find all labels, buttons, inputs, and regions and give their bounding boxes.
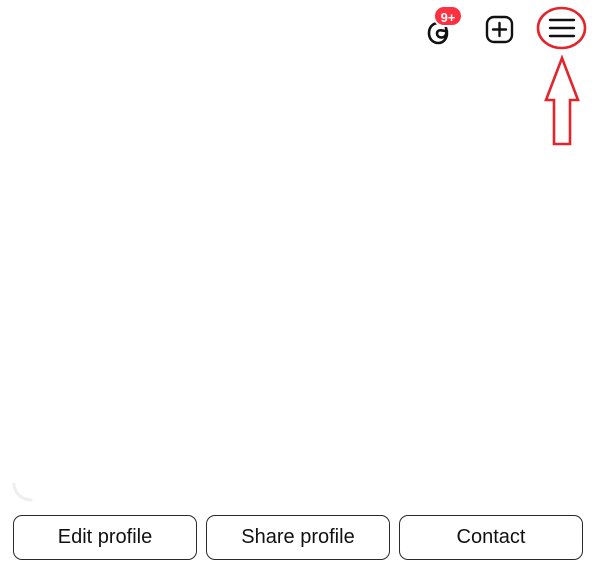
up-arrow-annotation: [544, 54, 580, 146]
plus-square-icon: [485, 15, 514, 44]
contact-button[interactable]: Contact: [399, 515, 583, 560]
corner-decoration: [12, 482, 33, 502]
profile-actions: Edit profile Share profile Contact: [13, 515, 583, 562]
hamburger-menu-icon: [548, 18, 576, 38]
menu-button[interactable]: [538, 8, 586, 48]
notification-badge: 9+: [433, 5, 463, 27]
threads-button[interactable]: 9+: [420, 5, 466, 50]
edit-profile-button[interactable]: Edit profile: [13, 515, 197, 560]
share-profile-button[interactable]: Share profile: [206, 515, 390, 560]
create-post-button[interactable]: [482, 11, 518, 47]
profile-top-bar: 9+: [0, 0, 600, 60]
